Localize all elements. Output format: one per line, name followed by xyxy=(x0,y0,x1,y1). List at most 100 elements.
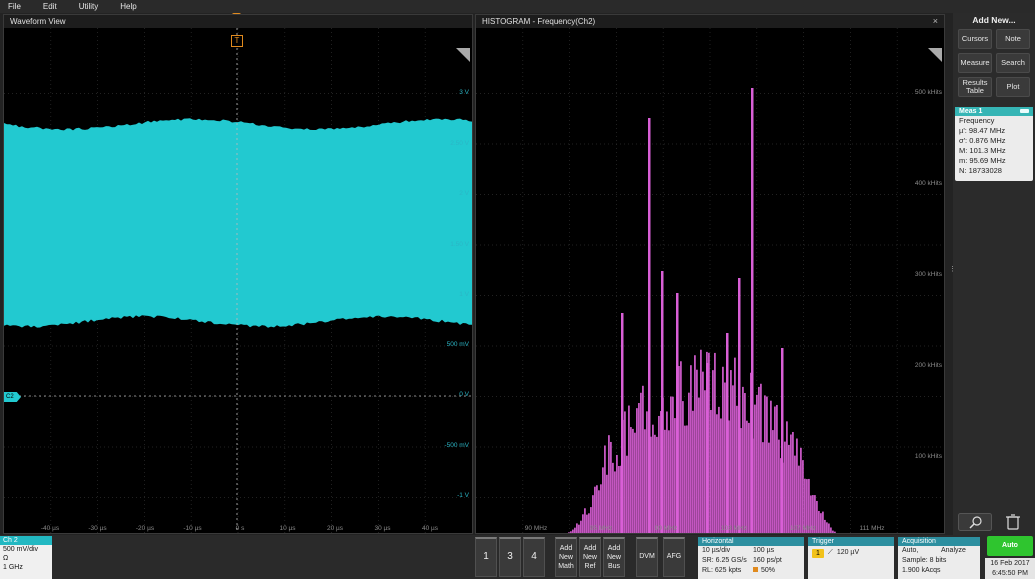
note-button[interactable]: Note xyxy=(996,29,1030,49)
trigger-badge[interactable]: Trigger 1 ⟋ 120 µV xyxy=(808,537,894,579)
horizontal-duration: 100 µs xyxy=(753,546,804,556)
channel2-badge[interactable]: Ch 2 500 mV/div Ω 1 GHz xyxy=(0,536,52,579)
histogram-bar xyxy=(830,527,832,533)
plot-button[interactable]: Plot xyxy=(996,77,1030,97)
histogram-bar xyxy=(744,393,746,533)
waveform-y-tick-label: 500 mV xyxy=(447,341,470,348)
histogram-spike xyxy=(781,348,784,533)
add-new-ref-button[interactable]: Add New Ref xyxy=(579,537,601,577)
histogram-bar xyxy=(792,432,794,533)
results-table-line2: Table xyxy=(959,87,991,95)
trigger-title: Trigger xyxy=(808,537,894,546)
trigger-marker[interactable]: T xyxy=(231,35,243,47)
channel3-button[interactable]: 3 xyxy=(499,537,521,577)
histogram-bar xyxy=(712,370,714,533)
histogram-bar xyxy=(608,435,610,533)
histogram-bar xyxy=(630,427,632,533)
measurement-header: Meas 1 xyxy=(955,107,1033,116)
sidebar-resize-handle[interactable]: ⋮ xyxy=(949,268,952,282)
zoom-icon[interactable] xyxy=(958,513,992,531)
add-new-math-button[interactable]: Add New Math xyxy=(555,537,577,577)
menu-edit[interactable]: Edit xyxy=(35,0,71,13)
add-math-l2: New xyxy=(556,553,576,562)
waveform-y-tick-label: -500 mV xyxy=(444,442,469,449)
histogram-x-tick-label: 111 MHz xyxy=(859,525,884,532)
menu-utility[interactable]: Utility xyxy=(71,0,113,13)
waveform-view-title: Waveform View xyxy=(4,15,472,28)
channel4-button[interactable]: 4 xyxy=(523,537,545,577)
measurement-badge[interactable]: Meas 1 Frequency µ': 98.47 MHz σ': 0.876… xyxy=(955,107,1033,181)
histogram-bar xyxy=(628,406,630,533)
cursors-button[interactable]: Cursors xyxy=(958,29,992,49)
histogram-bar xyxy=(746,421,748,533)
histogram-spike xyxy=(676,293,679,533)
histogram-bar xyxy=(798,466,800,533)
trash-icon[interactable] xyxy=(996,513,1030,531)
histogram-bar xyxy=(768,443,770,533)
histogram-bar xyxy=(580,521,582,533)
dvm-button[interactable]: DVM xyxy=(636,537,658,577)
acquisition-state: Analyze xyxy=(941,546,980,556)
waveform-x-tick-label: 0 s xyxy=(236,525,245,532)
histogram-bar xyxy=(776,405,778,533)
histogram-bar xyxy=(760,384,762,533)
histogram-bar xyxy=(646,411,648,533)
search-button[interactable]: Search xyxy=(996,53,1030,73)
waveform-y-tick-label: 3 V xyxy=(459,89,469,96)
acquisition-sample: Sample: 8 bits xyxy=(902,556,980,566)
trigger-marker-label: T xyxy=(235,36,240,45)
histogram-title: HISTOGRAM - Frequency(Ch2) xyxy=(476,15,944,28)
histogram-bar xyxy=(722,367,724,533)
histogram-bar xyxy=(762,442,764,533)
histogram-bar xyxy=(748,423,750,533)
histogram-plot[interactable]: 500 kHits 400 kHits 300 kHits 200 kHits 100 … xyxy=(476,28,944,533)
histogram-bar xyxy=(834,532,836,533)
histogram-bar xyxy=(710,410,712,533)
histogram-bar xyxy=(576,523,578,533)
histogram-bar xyxy=(664,430,666,533)
histogram-bar xyxy=(680,361,682,533)
waveform-x-tick-label: -30 µs xyxy=(88,525,107,532)
histogram-bar xyxy=(736,406,738,533)
histogram-spike xyxy=(661,271,664,533)
acquisition-badge[interactable]: Acquisition Auto, Analyze Sample: 8 bits … xyxy=(898,537,980,579)
histogram-x-tick-label: 95 MHz xyxy=(590,525,612,532)
histogram-bar xyxy=(688,393,690,533)
waveform-trace xyxy=(4,118,472,328)
horizontal-badge[interactable]: Horizontal 10 µs/div 100 µs SR: 6.25 GS/s… xyxy=(698,537,804,579)
results-table-button[interactable]: Results Table xyxy=(958,77,992,97)
measurement-name: Frequency xyxy=(955,116,1033,126)
afg-button[interactable]: AFG xyxy=(663,537,685,577)
histogram-close-icon[interactable]: × xyxy=(933,16,938,26)
histogram-bar xyxy=(632,429,634,533)
histogram-bar xyxy=(668,430,670,533)
auto-run-button[interactable]: Auto xyxy=(987,536,1033,556)
histogram-bar xyxy=(802,460,804,533)
histogram-bar xyxy=(570,531,572,533)
add-bus-l2: New xyxy=(604,553,624,562)
histogram-bar xyxy=(734,358,736,533)
histogram-bar xyxy=(788,445,790,533)
histogram-bar xyxy=(672,397,674,533)
histogram-bar xyxy=(816,501,818,533)
menu-file[interactable]: File xyxy=(0,0,35,13)
histogram-bar xyxy=(832,531,834,533)
waveform-plot[interactable]: 3 V 2.50 V 2 V 1.50 V 1 V 500 mV 0 V -500 mV -1 … xyxy=(4,28,472,533)
histogram-bar xyxy=(682,401,684,533)
channel2-badge-title: Ch 2 xyxy=(0,536,52,545)
histogram-bar xyxy=(614,471,616,533)
add-new-bus-button[interactable]: Add New Bus xyxy=(603,537,625,577)
date-time-display: 16 Feb 2017 6:45:50 PM xyxy=(985,558,1035,579)
histogram-bar xyxy=(686,425,688,533)
histogram-bar xyxy=(714,353,716,533)
measure-button[interactable]: Measure xyxy=(958,53,992,73)
add-new-title: Add New... xyxy=(953,15,1035,25)
menu-help[interactable]: Help xyxy=(112,0,150,13)
histogram-bar xyxy=(616,455,618,533)
menu-bar: File Edit Utility Help xyxy=(0,0,1035,13)
histogram-bar xyxy=(696,370,698,533)
channel1-button[interactable]: 1 xyxy=(475,537,497,577)
channel2-marker-label: C2 xyxy=(6,394,14,400)
histogram-bar xyxy=(698,398,700,533)
histogram-bar xyxy=(640,393,642,533)
